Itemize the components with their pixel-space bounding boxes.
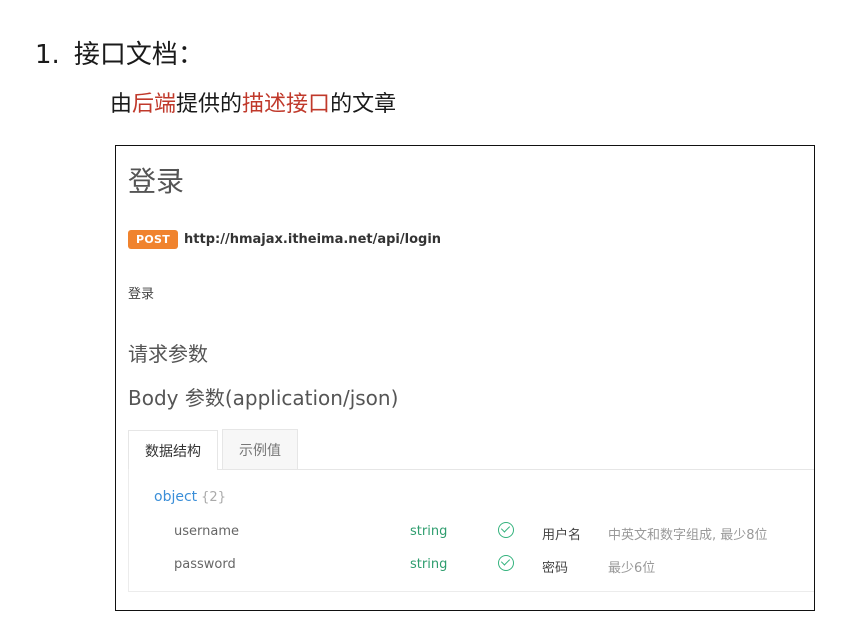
api-url[interactable]: http://hmajax.itheima.net/api/login: [184, 232, 441, 247]
field-type: string: [410, 557, 448, 572]
slide-heading: 1. 接口文档：: [35, 34, 204, 71]
subline-part3: 提供的: [176, 92, 243, 117]
schema-root-type: object: [154, 489, 198, 505]
required-check-icon: [498, 522, 514, 542]
api-endpoint: POST http://hmajax.itheima.net/api/login: [128, 230, 441, 249]
body-params-title: Body 参数(application/json): [128, 386, 399, 410]
tab-example-value[interactable]: 示例值: [222, 429, 298, 469]
schema-panel: object {2} username string 用户名 中英文和数字组成, …: [128, 469, 814, 592]
schema-field-count: {2}: [201, 490, 226, 505]
field-title: 密码: [542, 561, 569, 576]
request-params-title: 请求参数: [128, 342, 208, 366]
required-check-icon: [498, 555, 514, 575]
api-doc-panel: 登录 POST http://hmajax.itheima.net/api/lo…: [115, 145, 815, 611]
subline-part1: 由: [110, 92, 133, 117]
field-title: 用户名: [542, 528, 582, 543]
schema-tabs: 数据结构 示例值: [128, 429, 814, 470]
table-row: password string 密码 最少6位: [129, 554, 814, 578]
api-title: 登录: [128, 165, 185, 198]
tab-data-structure[interactable]: 数据结构: [128, 430, 218, 470]
field-description: 最少6位: [608, 561, 656, 576]
field-name: password: [174, 557, 236, 572]
heading-text: 接口文档：: [73, 40, 204, 70]
field-description: 中英文和数字组成, 最少8位: [608, 528, 768, 543]
schema-root[interactable]: object {2}: [154, 489, 226, 505]
subline-highlight-describe: 描述接口: [242, 92, 331, 117]
subline-part5: 的文章: [330, 92, 397, 117]
field-name: username: [174, 524, 239, 539]
slide-subline: 由后端提供的描述接口的文章: [110, 86, 396, 118]
api-description: 登录: [128, 287, 155, 302]
field-type: string: [410, 524, 448, 539]
subline-highlight-backend: 后端: [132, 92, 177, 117]
method-badge: POST: [128, 230, 179, 249]
table-row: username string 用户名 中英文和数字组成, 最少8位: [129, 521, 814, 545]
heading-number: 1.: [35, 40, 60, 70]
